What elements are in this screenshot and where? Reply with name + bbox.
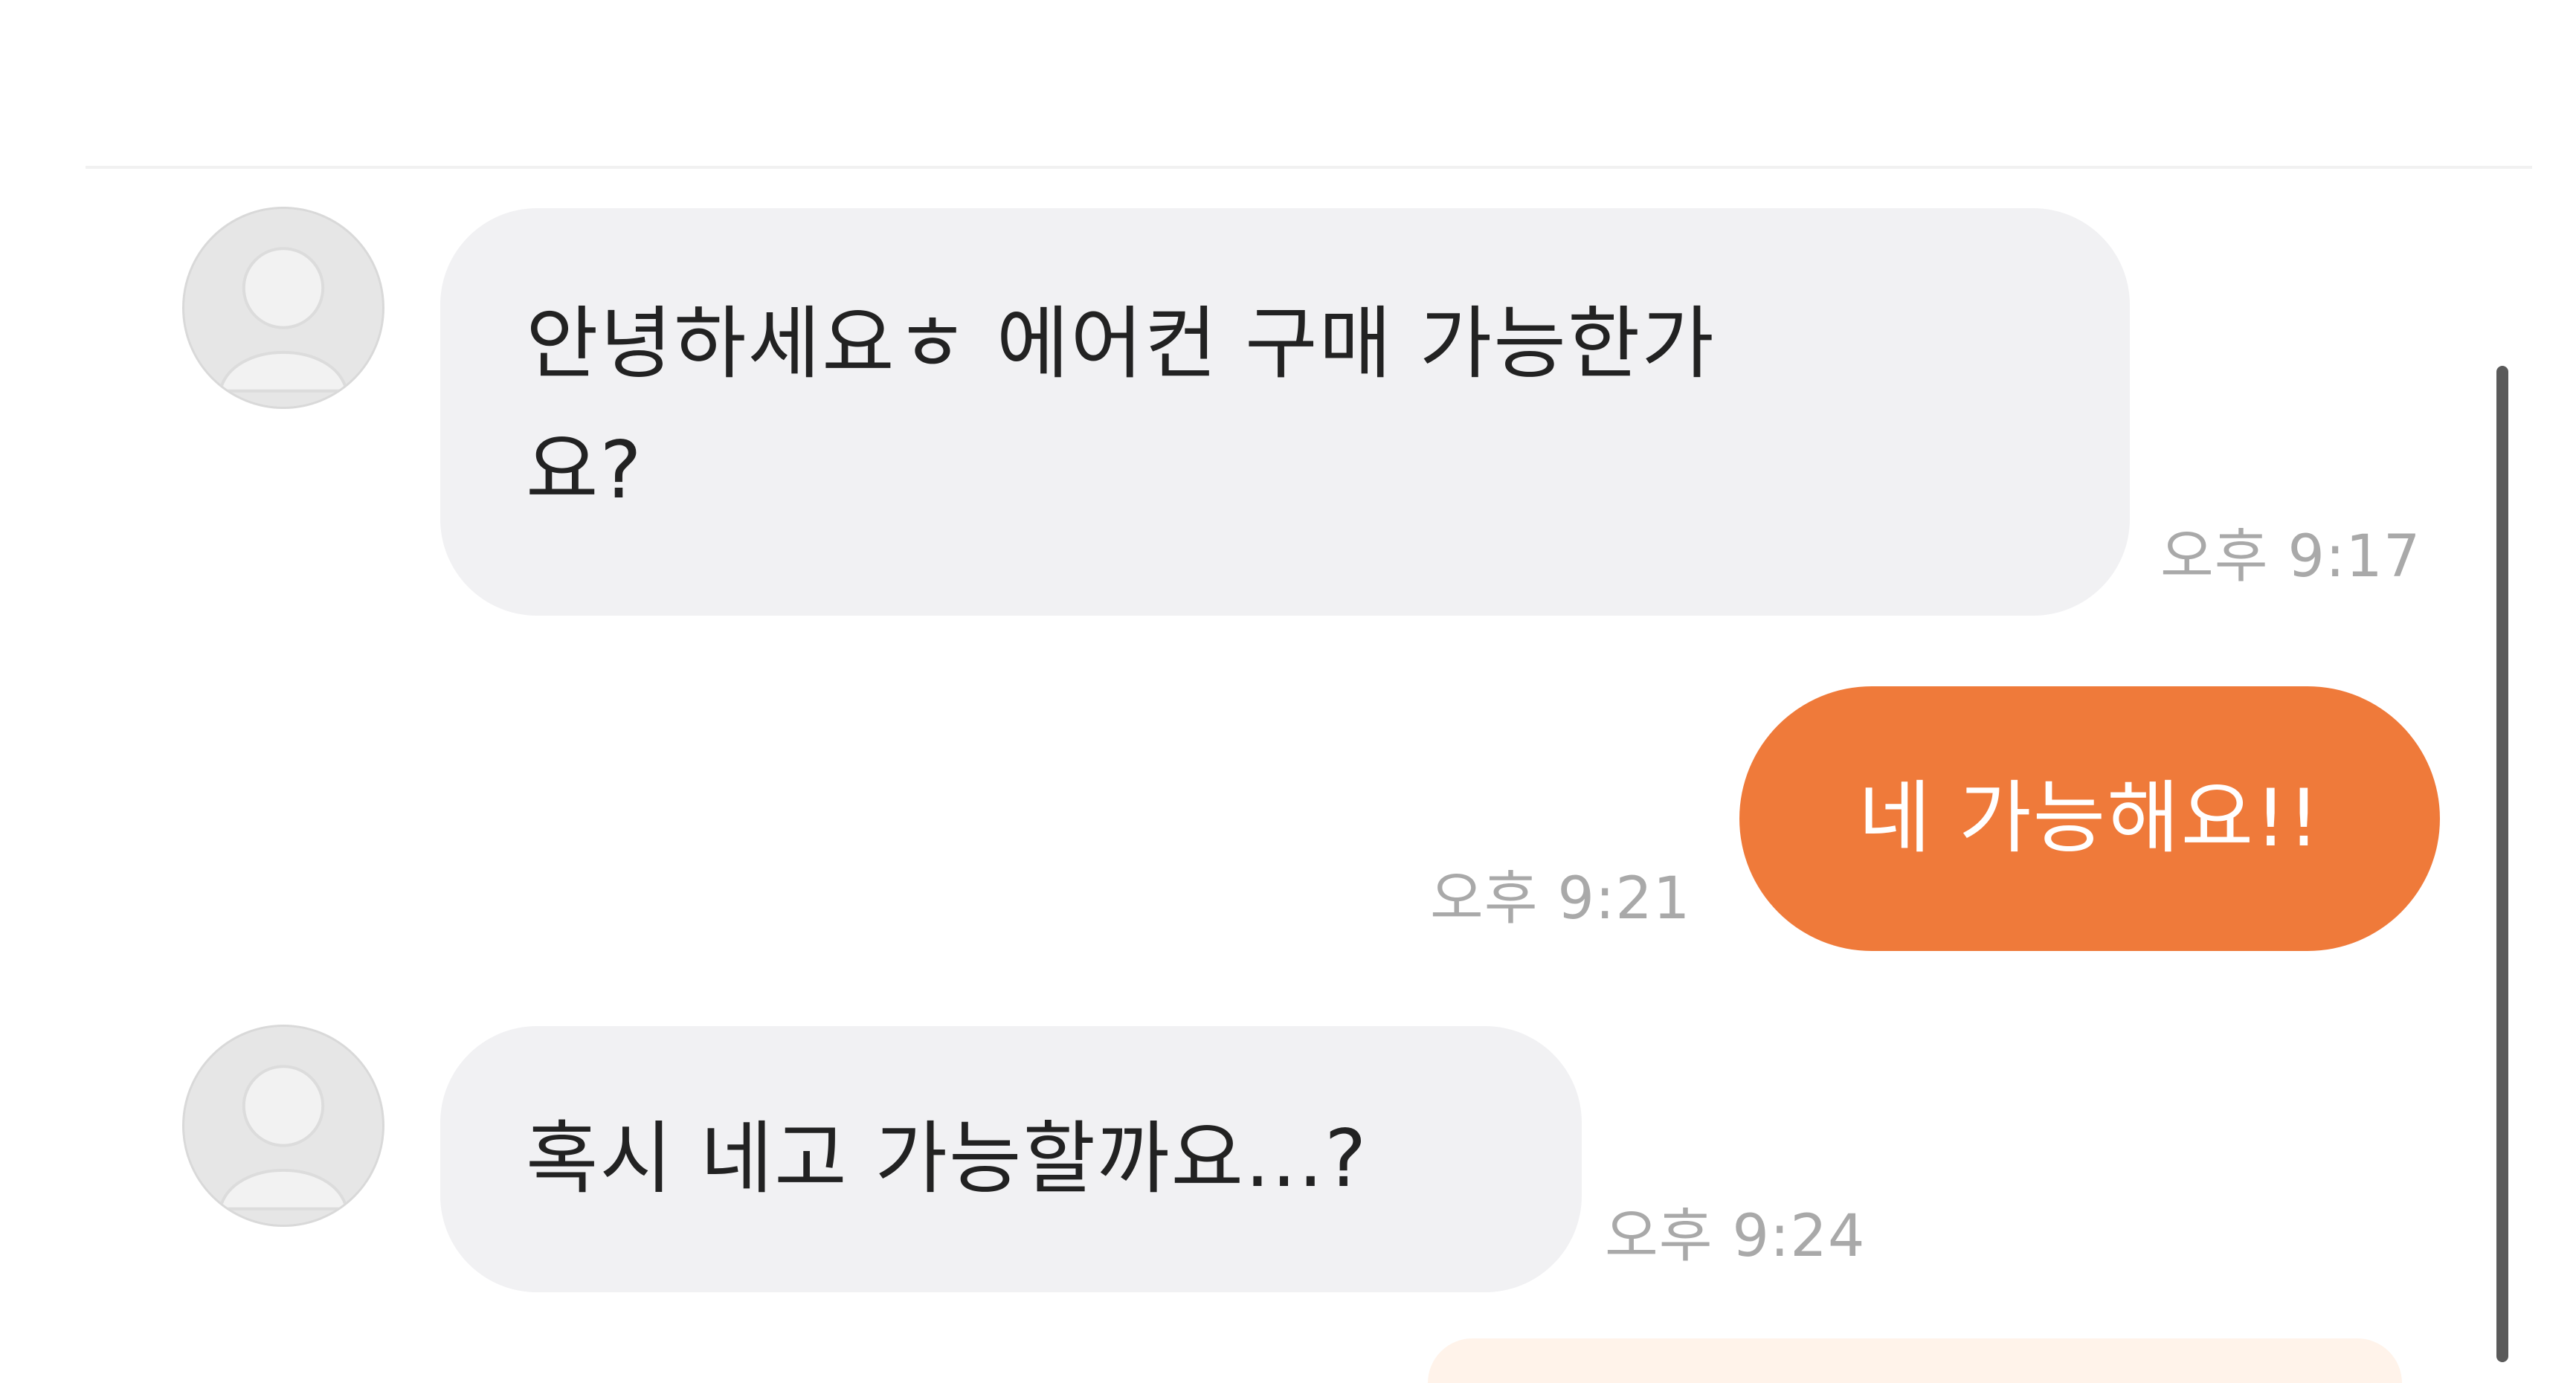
user-placeholder-icon [184, 209, 382, 407]
message-timestamp: 오후 9:21 [1430, 865, 1691, 932]
message-timestamp: 오후 9:24 [1605, 1203, 1866, 1270]
message-bubble-incoming[interactable]: 혹시 네고 가능할까요...? [440, 1026, 1582, 1292]
message-bubble-outgoing[interactable]: 네 가능해요!! [1739, 686, 2440, 951]
message-text-line: 요? [526, 425, 643, 516]
message-text-line: 안녕하세요ㅎ 에어컨 구매 가능한가 [526, 298, 1716, 390]
user-placeholder-icon [184, 1027, 382, 1225]
message-bubble-outgoing-partial[interactable] [1428, 1338, 2402, 1383]
sender-avatar[interactable] [182, 1025, 384, 1227]
message-timestamp: 오후 9:17 [2160, 523, 2421, 590]
sender-avatar[interactable] [182, 207, 384, 409]
message-text: 네 가능해요!! [1858, 773, 2322, 864]
message-bubble-incoming[interactable]: 안녕하세요ㅎ 에어컨 구매 가능한가 요? [440, 208, 2130, 616]
message-text: 혹시 네고 가능할까요...? [526, 1113, 1368, 1205]
chat-scrollbar[interactable] [2496, 366, 2508, 1362]
header-divider [86, 166, 2532, 169]
